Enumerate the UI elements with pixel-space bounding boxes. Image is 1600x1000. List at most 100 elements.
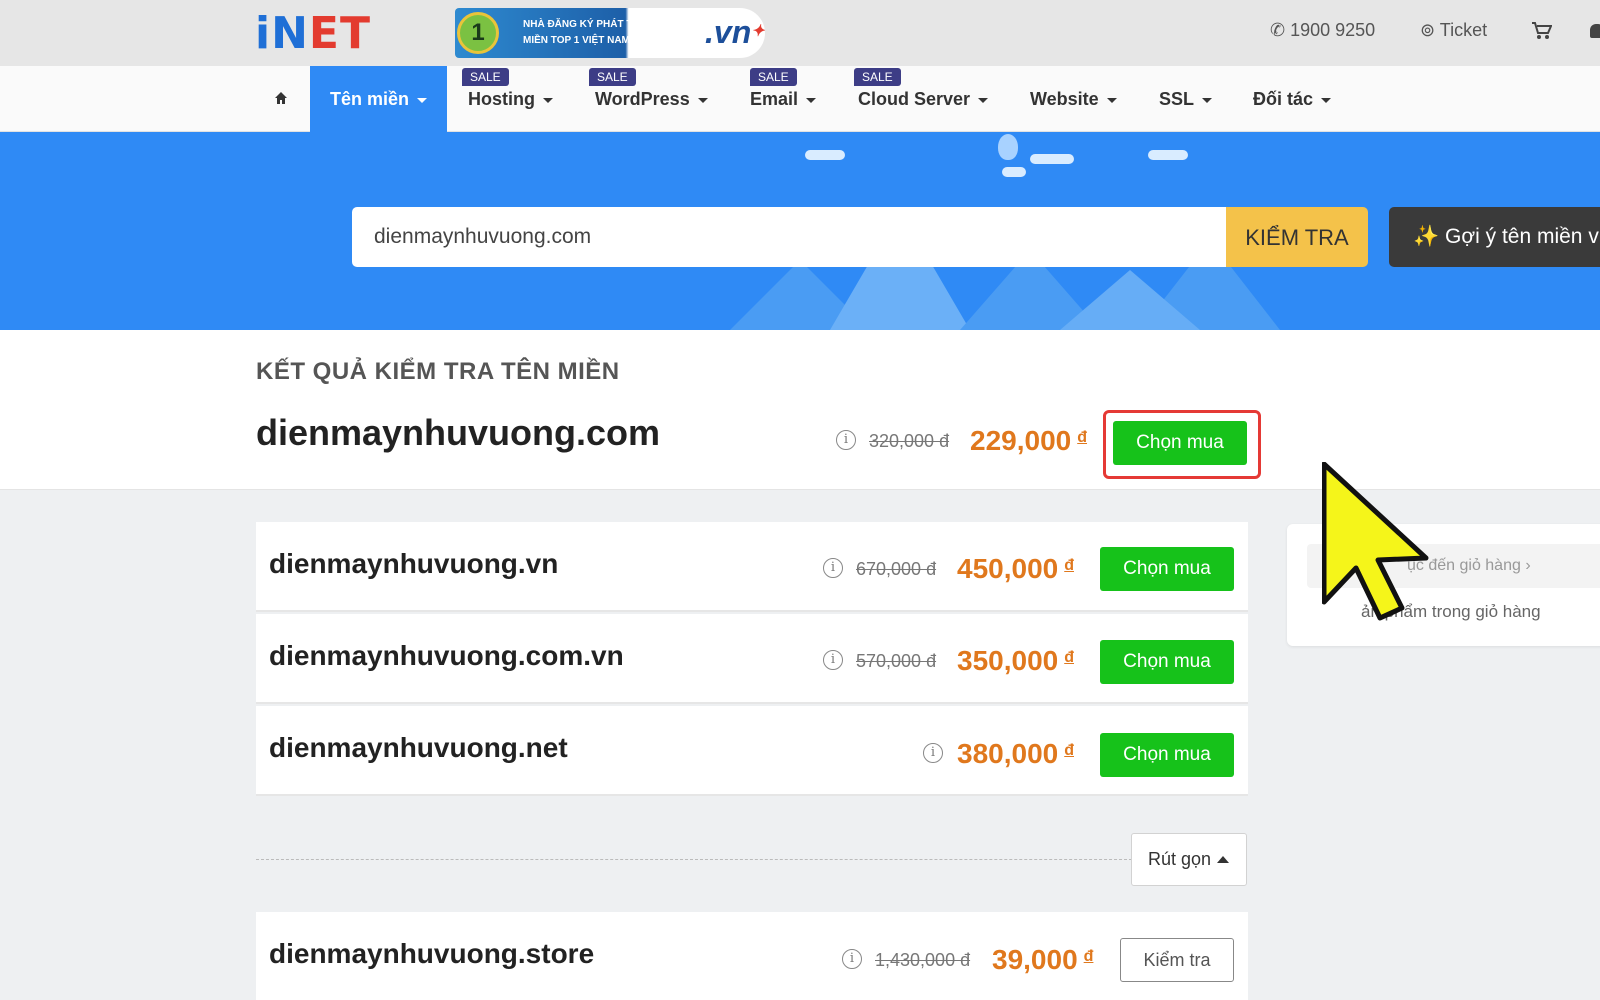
banner-text: NHÀ ĐĂNG KÝ PHÁT TRIỂN TÊN MIỀN TOP 1 VI… (523, 19, 681, 46)
nav-cloud-server-label: Cloud Server (858, 89, 971, 109)
home-icon[interactable] (274, 91, 288, 105)
chevron-right-icon: › (1525, 557, 1531, 574)
old-price: 670,000 đ (856, 559, 937, 579)
result-title: KẾT QUẢ KIỂM TRA TÊN MIỀN (256, 358, 620, 385)
currency: đ (1064, 557, 1074, 574)
logo-text-right: ET (308, 8, 371, 59)
currency: đ (1077, 429, 1087, 446)
logo-text-left: iN (255, 8, 309, 59)
info-icon[interactable]: i (823, 650, 843, 670)
sale-badge: SALE (750, 68, 797, 86)
price-value: 39,000 (992, 944, 1078, 975)
section-divider (256, 859, 1132, 860)
ticket-link[interactable]: ⊚ Ticket (1420, 20, 1487, 41)
mountain-illustration (1060, 270, 1200, 330)
chevron-down-icon (1321, 97, 1332, 103)
old-price: 1,430,000 đ (875, 950, 971, 970)
buy-button[interactable]: Chọn mua (1100, 547, 1234, 591)
currency: đ (1083, 948, 1094, 965)
nav-email[interactable]: SALE Email (750, 66, 817, 132)
phone-number: 1900 9250 (1290, 20, 1376, 40)
currency: đ (1064, 649, 1074, 666)
inet-logo[interactable]: iNET (255, 12, 371, 56)
phone-link[interactable]: ✆ 1900 9250 (1270, 20, 1375, 41)
nav-wordpress[interactable]: SALE WordPress (589, 66, 708, 132)
nav-website[interactable]: Website (1030, 66, 1117, 132)
sale-badge: SALE (589, 68, 636, 86)
domain-name: dienmaynhuvuong.net (269, 732, 568, 763)
suggest-domain-button[interactable]: ✨ Gợi ý tên miền v (1389, 207, 1600, 267)
cloud-illustration (805, 150, 845, 160)
domain-name: dienmaynhuvuong.vn (269, 548, 559, 579)
nav-ssl-label: SSL (1159, 89, 1195, 109)
nav-domain[interactable]: Tên miền (310, 66, 448, 132)
highlight-annotation (1103, 410, 1261, 479)
sale-badge: SALE (854, 68, 901, 86)
domain-row: dienmaynhuvuong.store (256, 912, 1248, 1000)
old-price: 570,000 đ (856, 651, 937, 671)
nav-domain-label: Tên miền (330, 89, 410, 109)
nav-wordpress-label: WordPress (595, 89, 690, 109)
chevron-down-icon (978, 97, 989, 103)
check-domain-button[interactable]: KIỂM TRA (1226, 207, 1368, 267)
info-icon[interactable]: i (923, 743, 943, 763)
chevron-down-icon (417, 97, 428, 103)
current-price: 229,000 đ (970, 425, 1087, 457)
nav-website-label: Website (1030, 89, 1099, 109)
phone-icon: ✆ (1270, 20, 1286, 40)
nav-partner[interactable]: Đối tác (1253, 66, 1332, 132)
current-price: 450,000 đ (957, 553, 1074, 585)
collapse-label: Rút gọn (1148, 849, 1212, 869)
domain-name: dienmaynhuvuong.store (269, 938, 595, 969)
searched-domain: dienmaynhuvuong.com (256, 412, 661, 453)
current-price: 380,000 đ (957, 738, 1074, 770)
check-button[interactable]: Kiểm tra (1120, 938, 1234, 982)
chevron-down-icon (543, 97, 553, 103)
cloud-illustration (1030, 154, 1074, 164)
cart-icon[interactable] (1532, 22, 1553, 45)
price-value: 350,000 (957, 645, 1059, 676)
nav-cloud-server[interactable]: SALE Cloud Server (854, 66, 989, 132)
buy-button[interactable]: Chọn mua (1100, 640, 1234, 684)
vn-logo: .vn✦ (705, 12, 765, 52)
currency: đ (1064, 742, 1074, 759)
top-bar: iNET 1 NHÀ ĐĂNG KÝ PHÁT TRIỂN TÊN MIỀN T… (0, 0, 1600, 66)
nav-hosting-label: Hosting (468, 89, 535, 109)
ticket-label: Ticket (1439, 20, 1488, 40)
collapse-button[interactable]: Rút gọn (1131, 833, 1247, 886)
domain-search-field[interactable] (352, 207, 1226, 267)
current-price: 350,000 đ (957, 645, 1074, 677)
info-icon[interactable]: i (842, 949, 862, 969)
chevron-down-icon (806, 97, 817, 103)
cloud-illustration (1002, 167, 1026, 177)
main-nav: Tên miền SALE Hosting SALE WordPress SAL… (0, 66, 1600, 132)
nav-ssl[interactable]: SSL (1159, 66, 1213, 132)
nav-email-label: Email (750, 89, 799, 109)
sale-badge: SALE (462, 68, 509, 86)
price-value: 380,000 (957, 738, 1059, 769)
price-value: 229,000 (970, 425, 1072, 456)
info-icon[interactable]: i (836, 430, 856, 450)
domain-name: dienmaynhuvuong.com.vn (269, 640, 624, 671)
sparkle-icon: ✨ (1413, 225, 1440, 248)
suggest-label: Gợi ý tên miền v (1445, 225, 1599, 248)
lifebuoy-icon: ⊚ (1420, 20, 1436, 40)
nav-hosting[interactable]: SALE Hosting (462, 66, 553, 132)
award-banner[interactable]: 1 NHÀ ĐĂNG KÝ PHÁT TRIỂN TÊN MIỀN TOP 1 … (455, 8, 765, 58)
vn-logo-text: .vn (705, 14, 752, 50)
buy-button[interactable]: Chọn mua (1100, 733, 1234, 777)
price-value: 450,000 (957, 553, 1059, 584)
chevron-down-icon (1106, 97, 1117, 103)
domain-search-input[interactable] (352, 207, 1226, 267)
bell-icon[interactable] (1590, 24, 1600, 38)
current-price: 39,000 đ (992, 944, 1093, 976)
info-icon[interactable]: i (823, 558, 843, 578)
cloud-illustration (1148, 150, 1188, 160)
star-icon: ✦ (751, 23, 765, 40)
old-price: 320,000 đ (869, 431, 950, 451)
nav-partner-label: Đối tác (1253, 89, 1314, 109)
chevron-down-icon (1202, 97, 1213, 103)
balloon-illustration (998, 134, 1018, 160)
mouse-cursor-icon (1322, 462, 1429, 621)
chevron-down-icon (697, 97, 708, 103)
